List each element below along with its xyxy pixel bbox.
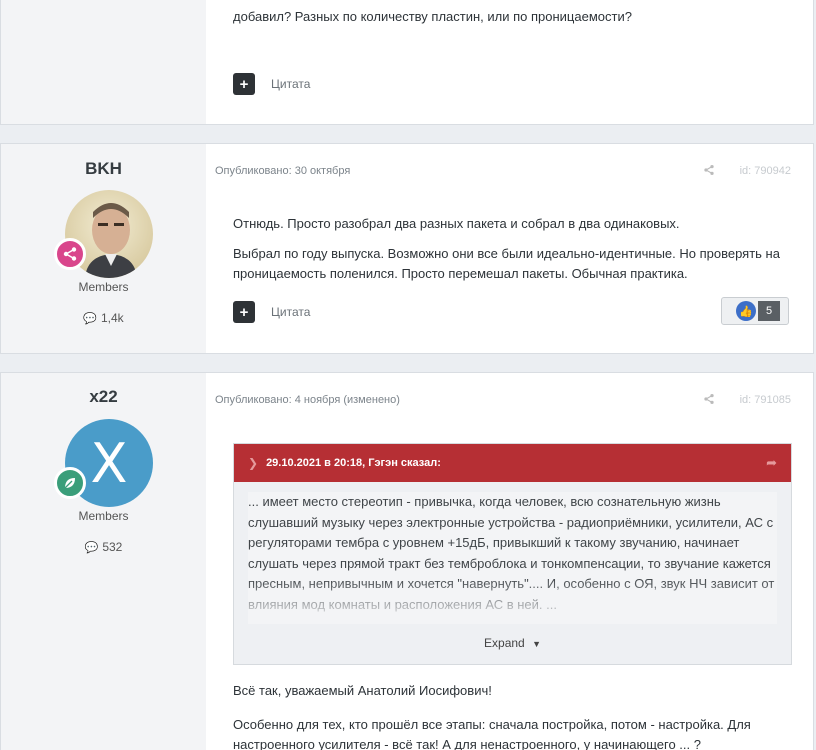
- post-content: добавил? Разных по количеству пластин, и…: [206, 0, 813, 124]
- goto-quote-icon[interactable]: ➦: [766, 455, 777, 471]
- post-x22: x22 X Members 💬 532 Опубликовано: 4 нояб…: [0, 372, 814, 750]
- rank-badge: [54, 238, 86, 270]
- member-group: Members: [78, 280, 129, 294]
- caret-down-icon: ▼: [532, 639, 541, 649]
- quote-label: Цитата: [271, 305, 311, 319]
- post-count: 💬 532: [84, 540, 123, 554]
- avatar-letter: X: [90, 431, 128, 495]
- author-panel: [1, 0, 206, 124]
- comment-icon: 💬: [84, 541, 99, 554]
- plus-icon: +: [233, 301, 255, 323]
- reaction-button[interactable]: 👍 5: [721, 297, 789, 325]
- quote-citation: 29.10.2021 в 20:18, Гэгэн сказал:: [266, 457, 441, 469]
- quote-text: ... имеет место стереотип - привычка, ко…: [248, 492, 777, 624]
- post-content: Опубликовано: 30 октября id: 790942 Отню…: [206, 144, 813, 353]
- quote-button[interactable]: + Цитата: [233, 73, 310, 95]
- post-body: Всё так, уважаемый Анатолий Иосифович! О…: [233, 681, 793, 750]
- post-count: 💬 1,4k: [83, 311, 124, 325]
- comment-icon: 💬: [83, 312, 97, 325]
- published-date[interactable]: Опубликовано: 30 октября: [215, 165, 350, 177]
- quote-header[interactable]: ❯ 29.10.2021 в 20:18, Гэгэн сказал: ➦: [234, 444, 791, 482]
- thumbs-up-icon: 👍: [736, 301, 756, 321]
- post-body: Отнюдь. Просто разобрал два разных пакет…: [233, 214, 793, 294]
- quote-label: Цитата: [271, 77, 311, 91]
- quote-button[interactable]: + Цитата: [233, 301, 310, 323]
- leaf-icon: [64, 478, 75, 489]
- author-name[interactable]: x22: [1, 387, 206, 407]
- author-panel: x22 X Members 💬 532: [1, 373, 206, 750]
- published-date[interactable]: Опубликовано: 4 ноября (изменено): [215, 394, 400, 406]
- share-icon[interactable]: [703, 164, 715, 179]
- post-bkh: BKH Members 💬 1,4k Опубликовано: 30 октя…: [0, 143, 814, 354]
- author-name[interactable]: BKH: [1, 159, 206, 179]
- reaction-count: 5: [758, 301, 780, 321]
- author-panel: BKH Members 💬 1,4k: [1, 144, 206, 353]
- paragraph: Всё так, уважаемый Анатолий Иосифович!: [233, 683, 492, 698]
- paragraph: Выбрал по году выпуска. Возможно они все…: [233, 246, 780, 281]
- member-group: Members: [78, 509, 129, 523]
- post-previous: добавил? Разных по количеству пластин, и…: [0, 0, 814, 125]
- expand-button[interactable]: Expand ▼: [234, 624, 791, 664]
- chevron-down-icon[interactable]: ❯: [248, 456, 258, 470]
- plus-icon: +: [233, 73, 255, 95]
- paragraph: Особенно для тех, кто прошёл все этапы: …: [233, 717, 751, 750]
- post-content: Опубликовано: 4 ноября (изменено) id: 79…: [206, 373, 813, 750]
- post-id[interactable]: id: 791085: [740, 394, 791, 406]
- quote-block: ❯ 29.10.2021 в 20:18, Гэгэн сказал: ➦ ..…: [233, 443, 792, 665]
- paragraph: Отнюдь. Просто разобрал два разных пакет…: [233, 216, 680, 231]
- share-network-icon: [63, 247, 77, 261]
- post-id[interactable]: id: 790942: [740, 165, 791, 177]
- rank-badge: [54, 467, 86, 499]
- share-icon[interactable]: [703, 393, 715, 408]
- post-text-tail: добавил? Разных по количеству пластин, и…: [233, 9, 632, 24]
